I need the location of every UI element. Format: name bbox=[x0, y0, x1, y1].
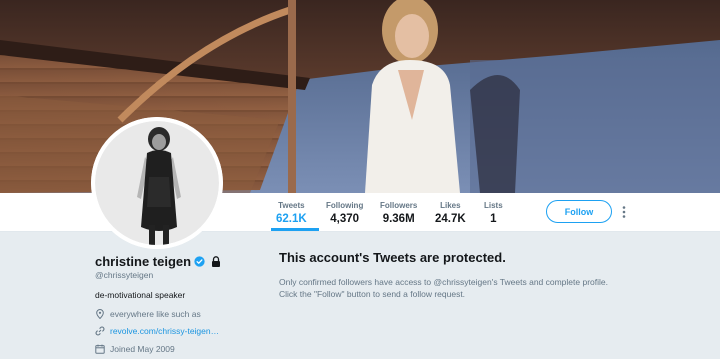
link-icon bbox=[95, 326, 105, 336]
lock-icon bbox=[212, 255, 221, 267]
verified-badge-icon bbox=[194, 255, 205, 267]
profile-avatar[interactable] bbox=[91, 117, 223, 249]
profile-name: christine teigen bbox=[95, 253, 192, 269]
protected-notice-line-2: Click the "Follow" button to send a foll… bbox=[279, 289, 466, 299]
profile-website-row: revolve.com/chrissy-teigen… bbox=[95, 325, 219, 337]
protected-notice-text: Only confirmed followers have access to … bbox=[279, 276, 639, 300]
stat-following-value: 4,370 bbox=[330, 213, 360, 225]
stat-following-label: Following bbox=[326, 201, 364, 210]
profile-website-link[interactable]: revolve.com/chrissy-teigen… bbox=[110, 326, 219, 336]
active-tab-indicator bbox=[271, 228, 319, 231]
follow-button[interactable]: Follow bbox=[546, 200, 612, 223]
profile-location-row: everywhere like such as bbox=[95, 308, 201, 320]
protected-notice-title: This account's Tweets are protected. bbox=[279, 250, 506, 265]
stat-following[interactable]: Following 4,370 bbox=[326, 200, 363, 227]
profile-joined-row: Joined May 2009 bbox=[95, 343, 175, 355]
stat-lists[interactable]: Lists 1 bbox=[484, 200, 503, 227]
profile-handle: @chrissyteigen bbox=[95, 270, 154, 280]
stat-tweets-value: 62.1K bbox=[276, 213, 307, 225]
stat-likes-value: 24.7K bbox=[435, 213, 466, 225]
profile-bio: de-motivational speaker bbox=[95, 290, 186, 300]
calendar-icon bbox=[95, 344, 105, 354]
profile-name-row: christine teigen bbox=[95, 253, 221, 269]
stat-tweets-label: Tweets bbox=[278, 201, 305, 210]
location-pin-icon bbox=[96, 309, 104, 319]
more-vertical-icon[interactable] bbox=[620, 205, 628, 219]
stat-likes[interactable]: Likes 24.7K bbox=[435, 200, 466, 227]
protected-notice-line-1: Only confirmed followers have access to … bbox=[279, 277, 608, 287]
stat-likes-label: Likes bbox=[440, 201, 461, 210]
stat-followers-value: 9.36M bbox=[382, 213, 415, 225]
stat-lists-label: Lists bbox=[484, 201, 503, 210]
stat-followers-label: Followers bbox=[380, 201, 418, 210]
stat-followers[interactable]: Followers 9.36M bbox=[380, 200, 417, 227]
profile-joined-date: Joined May 2009 bbox=[110, 344, 175, 354]
stat-tweets[interactable]: Tweets 62.1K bbox=[276, 200, 307, 227]
stat-lists-value: 1 bbox=[490, 213, 497, 225]
profile-location: everywhere like such as bbox=[110, 309, 201, 319]
